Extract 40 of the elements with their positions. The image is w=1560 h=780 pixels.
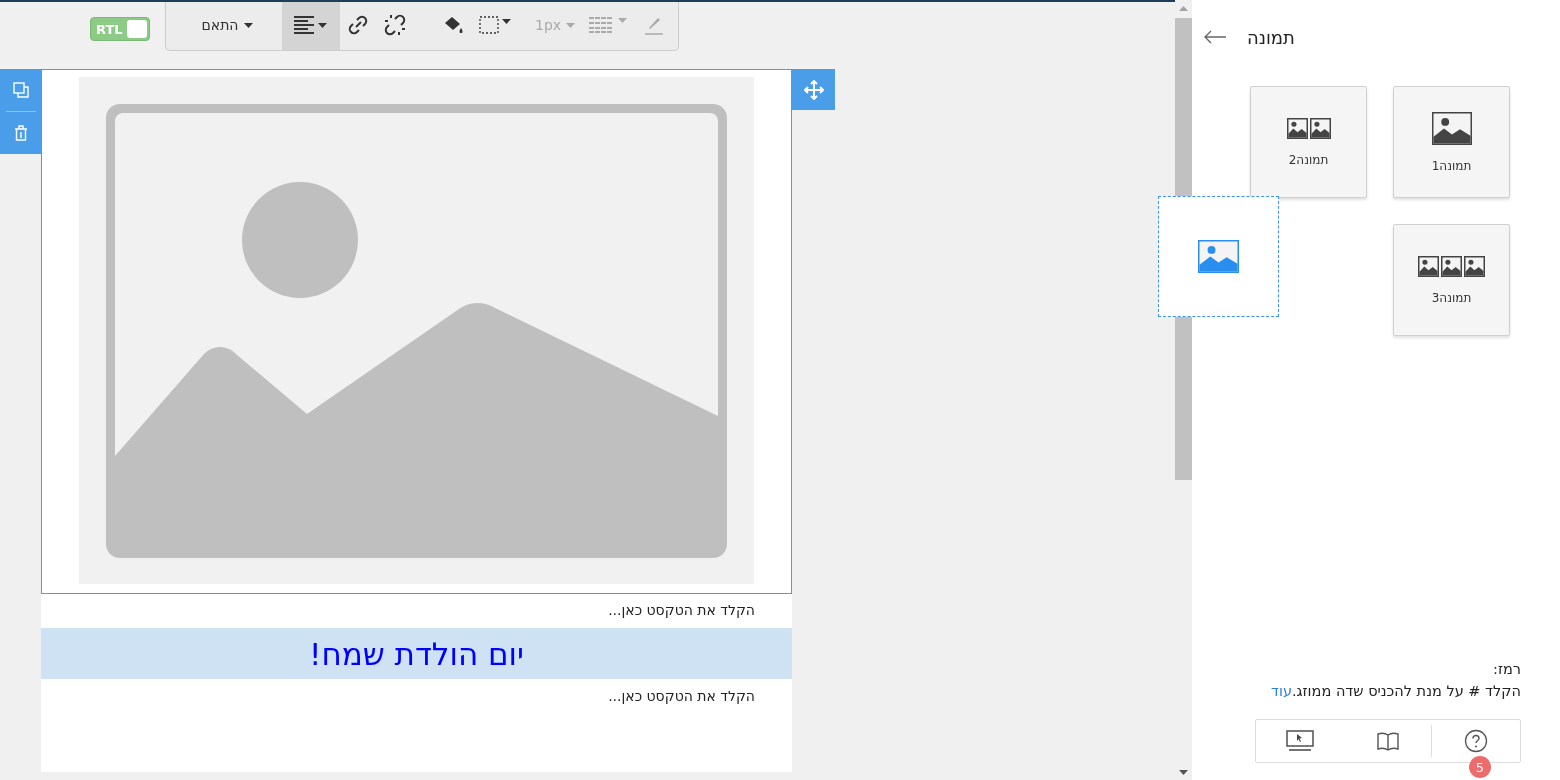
- link-icon: [347, 14, 369, 36]
- image-layout-card[interactable]: תמונה3: [1393, 224, 1510, 336]
- unlink-icon: [383, 13, 407, 37]
- trash-icon: [13, 125, 28, 141]
- scroll-up-icon: [1179, 5, 1188, 11]
- image-icon: [1198, 240, 1239, 273]
- drag-ghost-overlay[interactable]: [1158, 196, 1279, 317]
- border-style-icon: [589, 16, 630, 34]
- image-layout-card[interactable]: תמונה2: [1250, 86, 1367, 198]
- copy-icon: [12, 82, 29, 98]
- image-icon: [1431, 111, 1472, 145]
- body-text[interactable]: הקלד את הטקסט כאן...: [41, 594, 792, 620]
- paint-bucket-icon: [443, 15, 465, 35]
- heading-band[interactable]: יום הולדת שמח!: [41, 628, 792, 679]
- panel-title: תמונה: [1247, 26, 1295, 48]
- heading-text: יום הולדת שמח!: [309, 635, 524, 672]
- font-label: התאם: [201, 17, 239, 33]
- help-icon: [1464, 729, 1489, 753]
- align-button[interactable]: [282, 0, 340, 50]
- image-icon: [1286, 117, 1331, 139]
- back-arrow-icon[interactable]: [1203, 30, 1227, 44]
- move-icon: [803, 79, 824, 100]
- border-width-label: 1px: [535, 17, 562, 33]
- dropdown-button[interactable]: התאם: [172, 0, 282, 50]
- more-link[interactable]: עוד: [1271, 683, 1292, 699]
- caret-icon: [566, 22, 576, 28]
- hint-title: רמז:: [1492, 661, 1521, 677]
- image-layout-card[interactable]: תמונה1: [1393, 86, 1510, 198]
- screen-pointer-icon: [1285, 730, 1314, 752]
- notification-badge: 5: [1469, 756, 1491, 778]
- brush-icon: [643, 15, 666, 35]
- move-handle[interactable]: [792, 69, 835, 110]
- hint-text: הקלד # על מנת להכניס שדה ממוזג.עוד: [1270, 683, 1521, 699]
- caret-icon: [243, 22, 253, 28]
- scroll-down-icon: [1179, 769, 1188, 775]
- align-left-icon: [294, 16, 328, 34]
- book-icon: [1375, 731, 1400, 751]
- image-icon: [1418, 255, 1485, 277]
- body-text[interactable]: הקלד את הטקסט כאן...: [41, 679, 792, 705]
- border-icon: [479, 15, 513, 35]
